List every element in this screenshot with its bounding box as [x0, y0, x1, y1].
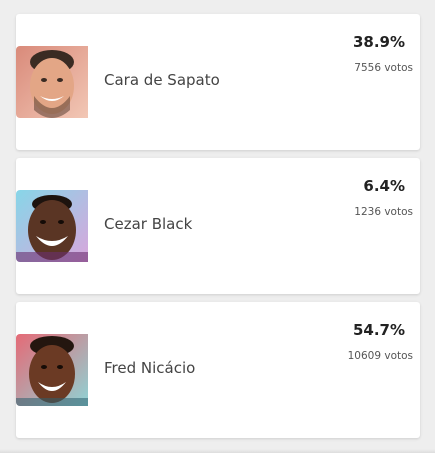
- candidate-name: Cezar Black: [104, 215, 193, 233]
- poll-results: Cara de Sapato 38.9% 7556 votos Cezar Bl…: [0, 0, 435, 453]
- vote-percentage: 6.4%: [363, 177, 405, 195]
- page-bottom-edge: [0, 449, 435, 453]
- vote-percentage: 38.9%: [352, 33, 405, 51]
- face-icon: [16, 334, 88, 406]
- vote-percentage: 54.7%: [352, 321, 405, 339]
- candidate-photo: [16, 190, 88, 262]
- candidate-photo: [16, 334, 88, 406]
- candidate-card[interactable]: Cezar Black 6.4% 1236 votos: [16, 158, 420, 294]
- face-icon: [16, 46, 88, 118]
- candidate-card[interactable]: Cara de Sapato 38.9% 7556 votos: [16, 14, 420, 150]
- vote-count: 7556 votos: [354, 62, 413, 74]
- face-icon: [16, 190, 88, 262]
- candidate-card[interactable]: Fred Nicácio 54.7% 10609 votos: [16, 302, 420, 438]
- candidate-name: Cara de Sapato: [104, 71, 220, 89]
- vote-count: 1236 votos: [354, 206, 413, 218]
- vote-count: 10609 votos: [347, 350, 413, 362]
- candidate-name: Fred Nicácio: [104, 359, 196, 377]
- candidate-photo: [16, 46, 88, 118]
